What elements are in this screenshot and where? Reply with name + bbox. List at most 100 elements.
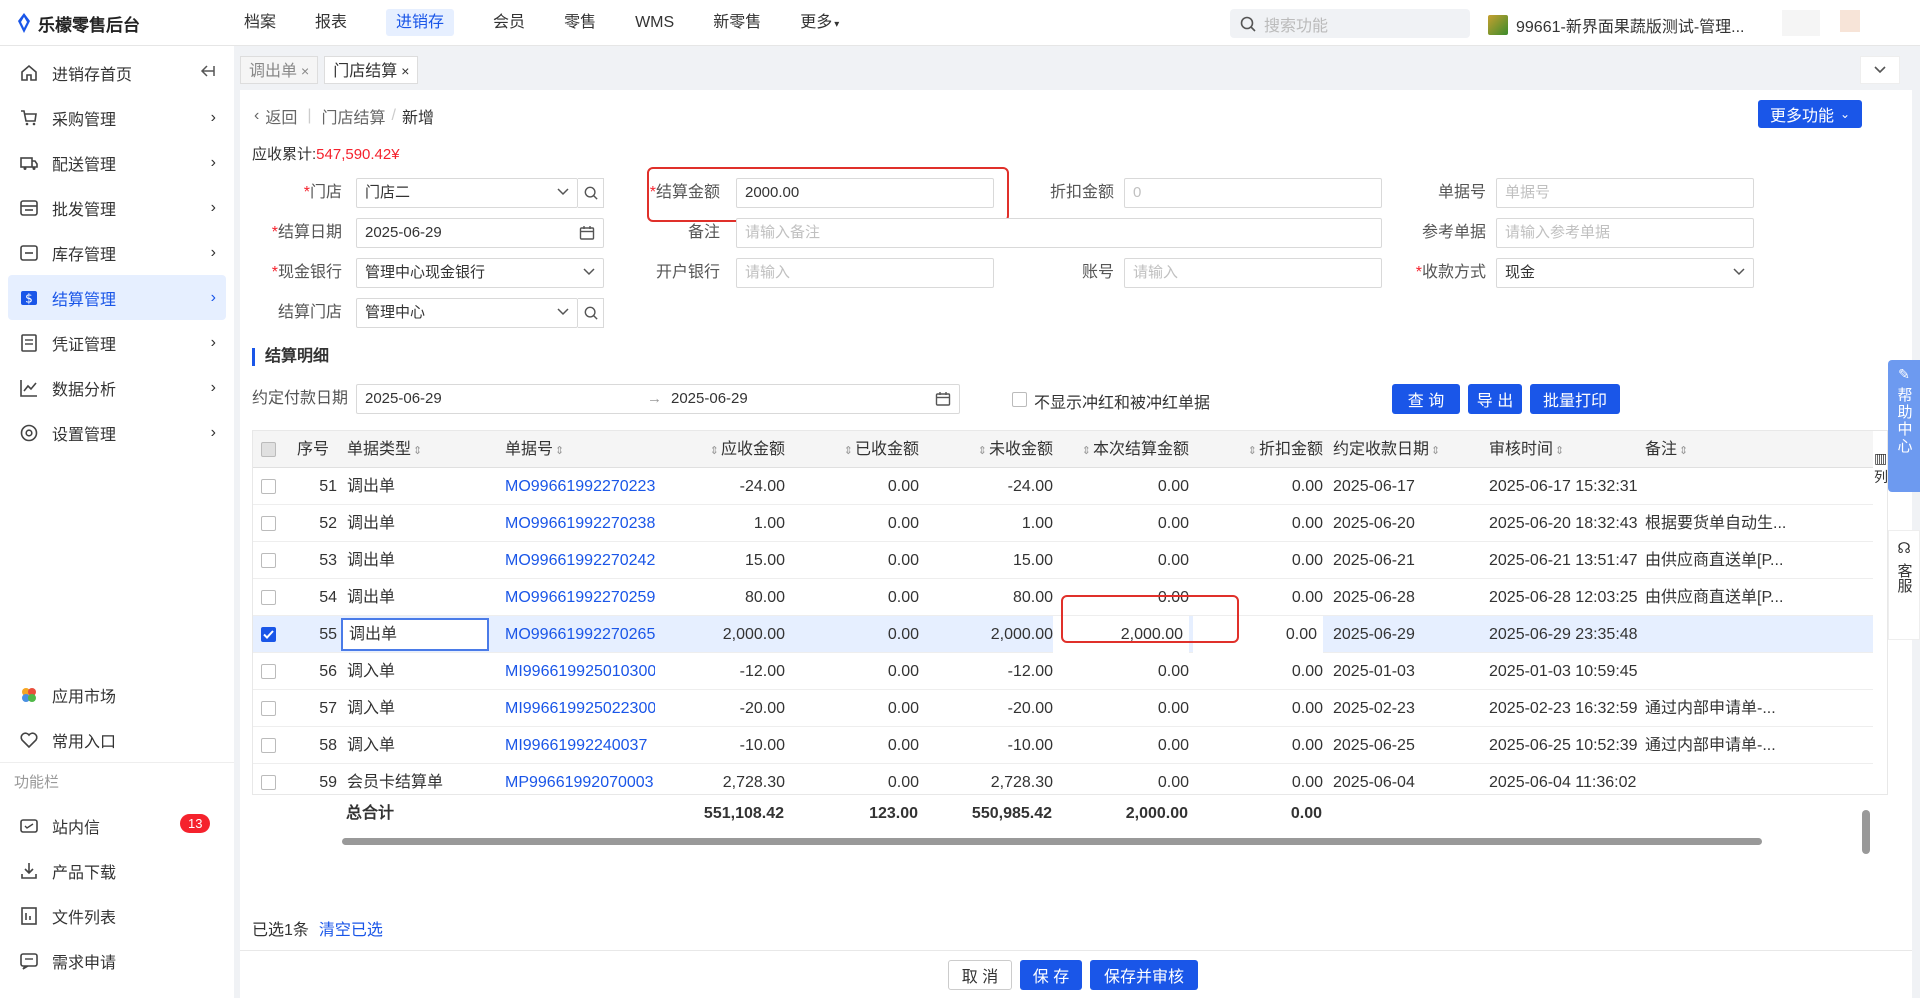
clear-selection-link[interactable]: 清空已选	[319, 922, 383, 939]
cell-doc-link[interactable]: MO99661992270259	[505, 579, 655, 616]
ref-doc-input[interactable]: 请输入参考单据	[1496, 218, 1754, 248]
nav-wms[interactable]: WMS	[621, 0, 688, 46]
save-button[interactable]: 保 存	[1020, 960, 1082, 990]
close-icon[interactable]: ×	[301, 63, 309, 79]
scroll-thumb[interactable]	[342, 838, 1762, 845]
table-row[interactable]: 59 会员卡结算单 MP99661992070003 2,728.30 0.00 2,72…	[253, 764, 1873, 794]
cell-doc-link[interactable]: MO99661992270238	[505, 505, 655, 542]
row-checkbox[interactable]	[261, 775, 276, 790]
table-row[interactable]: 57 调入单 MI996619925022300... -20.00 0.00 -20.0…	[253, 690, 1873, 727]
sidebar-item-home[interactable]: 进销存首页	[0, 50, 234, 95]
tab-transfer-out[interactable]: 调出单 ×	[240, 56, 319, 84]
table-row[interactable]: 56 调入单 MI996619925010300... -12.00 0.00 -12.0…	[253, 653, 1873, 690]
cell-doc-link[interactable]: MP99661992070003	[505, 764, 655, 794]
cell-disc[interactable]: 0.00	[1193, 727, 1323, 764]
col-header-audit[interactable]: 审核时间 ⇕	[1489, 431, 1609, 468]
row-checkbox[interactable]	[261, 701, 276, 716]
sidebar-item-requests[interactable]: 需求申请	[0, 938, 234, 983]
cell-disc[interactable]: 0.00	[1193, 505, 1323, 542]
settle-store-select[interactable]: 管理中心	[356, 298, 578, 328]
sidebar-item-purchase[interactable]: 采购管理 ›	[0, 95, 234, 140]
collapse-sidebar-icon[interactable]	[200, 64, 216, 83]
sidebar-item-delivery[interactable]: 配送管理 ›	[0, 140, 234, 185]
cell-disc[interactable]: 0.00	[1193, 764, 1323, 794]
select-all-checkbox[interactable]	[261, 442, 276, 457]
nav-more[interactable]: 更多 ▾	[786, 0, 853, 46]
nav-retail[interactable]: 零售	[550, 0, 610, 46]
col-header-received[interactable]: ⇕ 已收金额	[793, 431, 919, 468]
tab-menu-button[interactable]	[1860, 56, 1900, 84]
horizontal-scrollbar[interactable]	[252, 834, 1872, 848]
search-input[interactable]: 搜索功能	[1230, 9, 1470, 38]
sidebar-item-settings[interactable]: 设置管理 ›	[0, 410, 234, 455]
cell-settle[interactable]: 0.00	[1053, 505, 1189, 542]
cell-disc[interactable]: 0.00	[1193, 542, 1323, 579]
col-header-doc[interactable]: 单据号 ⇕	[505, 431, 655, 468]
table-row[interactable]: 51 调出单 MO99661992270223 -24.00 0.00 -24.00 0.0…	[253, 468, 1873, 505]
col-header-disc[interactable]: ⇕ 折扣金额	[1193, 431, 1323, 468]
remark-input[interactable]: 请输入备注	[736, 218, 1382, 248]
close-icon[interactable]: ×	[401, 63, 409, 79]
sidebar-item-wholesale[interactable]: 批发管理 ›	[0, 185, 234, 230]
col-header-unrecv[interactable]: ⇕ 未收金额	[933, 431, 1053, 468]
settle-date-picker[interactable]: 2025-06-29	[356, 218, 604, 248]
sidebar-item-messages[interactable]: 站内信 13	[0, 803, 234, 848]
query-button[interactable]: 查 询	[1392, 384, 1460, 414]
help-center-button[interactable]: ✎ 帮助中心	[1888, 360, 1920, 492]
col-header-due[interactable]: 约定收款日期 ⇕	[1333, 431, 1463, 468]
cell-disc[interactable]: 0.00	[1193, 690, 1323, 727]
row-checkbox[interactable]	[261, 627, 276, 642]
cancel-button[interactable]: 取 消	[948, 960, 1012, 990]
breadcrumb-parent[interactable]: 门店结算	[322, 104, 386, 128]
cell-doc-link[interactable]: MI996619925022300...	[505, 690, 655, 727]
col-header-type[interactable]: 单据类型 ⇕	[347, 431, 467, 468]
tab-store-settlement[interactable]: 门店结算 ×	[324, 56, 419, 84]
sidebar-item-inventory[interactable]: 库存管理 ›	[0, 230, 234, 275]
top-right-widget[interactable]	[1782, 10, 1820, 36]
sidebar-item-app-market[interactable]: 应用市场	[0, 672, 234, 717]
pay-method-select[interactable]: 现金	[1496, 258, 1754, 288]
cell-settle[interactable]: 0.00	[1053, 653, 1189, 690]
cell-doc-link[interactable]: MI99661992240037	[505, 727, 655, 764]
nav-reports[interactable]: 报表	[301, 0, 361, 46]
cell-settle[interactable]: 0.00	[1053, 542, 1189, 579]
sidebar-item-settlement[interactable]: $ 结算管理 ›	[8, 275, 226, 320]
row-checkbox[interactable]	[261, 479, 276, 494]
cell-settle[interactable]: 0.00	[1053, 727, 1189, 764]
export-button[interactable]: 导 出	[1468, 384, 1522, 414]
hide-reversed-checkbox[interactable]	[1012, 392, 1027, 407]
back-link[interactable]: 返回	[265, 104, 297, 128]
due-date-range-picker[interactable]: 2025-06-29 → 2025-06-29	[356, 384, 960, 414]
sidebar-item-downloads[interactable]: 产品下载	[0, 848, 234, 893]
cell-doc-link[interactable]: MI996619925010300...	[505, 653, 655, 690]
sidebar-item-files[interactable]: 文件列表	[0, 893, 234, 938]
cell-doc-link[interactable]: MO99661992270242	[505, 542, 655, 579]
row-checkbox[interactable]	[261, 553, 276, 568]
table-row[interactable]: 58 调入单 MI99661992240037 -10.00 0.00 -10.00 0.0…	[253, 727, 1873, 764]
account-input[interactable]: 请输入	[1124, 258, 1382, 288]
discount-amount-input[interactable]: 0	[1124, 178, 1382, 208]
table-row[interactable]: 53 调出单 MO99661992270242 15.00 0.00 15.00 0.00 0…	[253, 542, 1873, 579]
col-header-recv[interactable]: ⇕ 应收金额	[653, 431, 785, 468]
row-checkbox[interactable]	[261, 516, 276, 531]
sidebar-item-favorites[interactable]: 常用入口	[0, 717, 234, 762]
nav-inventory[interactable]: 进销存	[372, 0, 468, 46]
save-and-audit-button[interactable]: 保存并审核	[1090, 960, 1198, 990]
batch-print-button[interactable]: 批量打印	[1530, 384, 1620, 414]
cell-disc[interactable]: 0.00	[1193, 468, 1323, 505]
bank-input[interactable]: 请输入	[736, 258, 994, 288]
row-checkbox[interactable]	[261, 590, 276, 605]
app-logo[interactable]: 乐檬零售后台	[16, 12, 140, 35]
cell-settle[interactable]: 0.00	[1053, 764, 1189, 794]
cell-settle[interactable]: 0.00	[1053, 690, 1189, 727]
cell-doc-link[interactable]: MO99661992270223	[505, 468, 655, 505]
user-avatar[interactable]	[1840, 10, 1860, 32]
doc-no-input[interactable]: 单据号	[1496, 178, 1754, 208]
settle-store-search-button[interactable]	[578, 298, 604, 328]
table-row[interactable]: 52 调出单 MO99661992270238 1.00 0.00 1.00 0.00 0.0…	[253, 505, 1873, 542]
more-functions-button[interactable]: 更多功能 ⌄	[1758, 100, 1862, 128]
nav-new-retail[interactable]: 新零售	[699, 0, 775, 46]
store-switcher[interactable]: 99661-新界面果蔬版测试-管理...	[1488, 13, 1745, 37]
vertical-scrollbar[interactable]	[1858, 430, 1876, 854]
row-checkbox[interactable]	[261, 664, 276, 679]
